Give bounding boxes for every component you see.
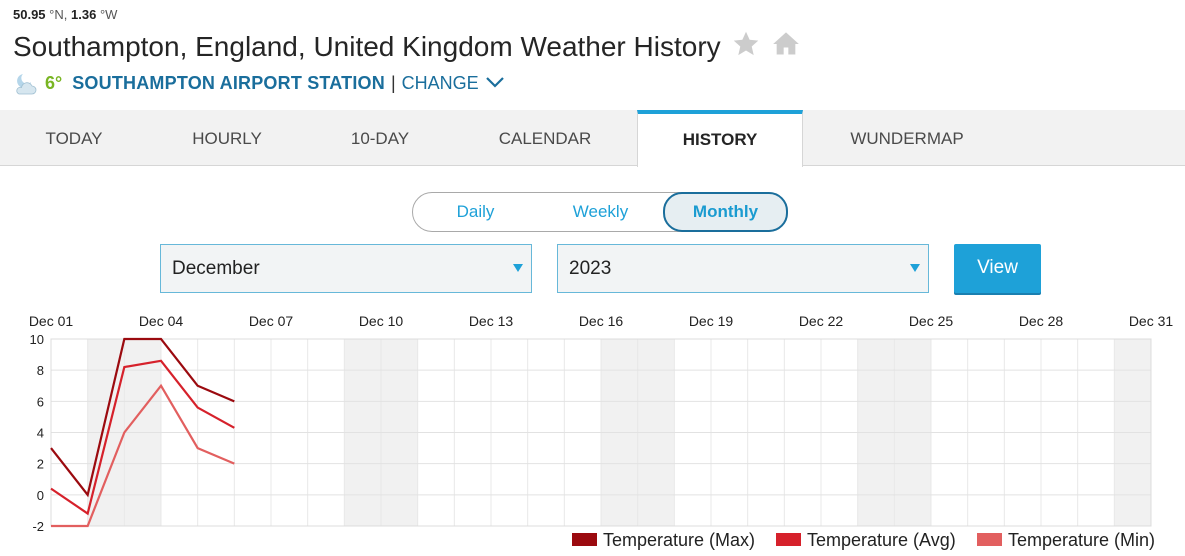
x-tick-label: Dec 16 [579, 313, 624, 329]
station-row: 6° SOUTHAMPTON AIRPORT STATION | CHANGE [13, 72, 505, 95]
weekly-option[interactable]: Weekly [538, 193, 663, 231]
tab-wundermap[interactable]: WUNDERMAP [803, 110, 1011, 166]
month-select[interactable]: December [160, 244, 532, 293]
separator: | [390, 72, 396, 93]
x-tick-label: Dec 31 [1129, 313, 1174, 329]
star-icon[interactable] [731, 30, 761, 63]
chevron-down-icon[interactable] [485, 73, 505, 94]
temperature-chart: 10 8 6 4 2 0 -2 Dec 01 Dec 04 Dec 07 Dec 10 Dec 13 D… [29, 313, 1174, 550]
x-tick-label: Dec 25 [909, 313, 954, 329]
x-tick-label: Dec 07 [249, 313, 294, 329]
tab-calendar[interactable]: CALENDAR [454, 110, 636, 166]
latitude: 50.95 [13, 7, 46, 22]
month-select-value: December [172, 258, 260, 279]
legend-swatch [776, 533, 801, 546]
year-select-value: 2023 [569, 258, 612, 279]
y-tick-label: 0 [37, 488, 44, 503]
title-row: Southampton, England, United Kingdom Wea… [13, 30, 801, 63]
y-tick-label: 10 [30, 332, 44, 347]
legend-swatch [572, 533, 597, 546]
legend-swatch [977, 533, 1002, 546]
x-tick-label: Dec 19 [689, 313, 734, 329]
station-name[interactable]: SOUTHAMPTON AIRPORT STATION [72, 73, 385, 94]
tab-hourly[interactable]: HOURLY [148, 110, 306, 166]
tab-history[interactable]: HISTORY [637, 110, 803, 167]
x-tick-label: Dec 28 [1019, 313, 1064, 329]
monthly-option[interactable]: Monthly [663, 192, 788, 232]
view-button[interactable]: View [954, 244, 1041, 293]
page-title: Southampton, England, United Kingdom Wea… [13, 30, 721, 62]
legend-label: Temperature (Max) [603, 530, 755, 550]
y-tick-label: 6 [37, 394, 44, 409]
coordinates: 50.95 °N, 1.36 °W [13, 7, 117, 22]
daily-option[interactable]: Daily [413, 193, 538, 231]
x-tick-label: Dec 10 [359, 313, 404, 329]
y-tick-label: 2 [37, 457, 44, 472]
period-toggle: Daily Weekly Monthly [412, 192, 788, 232]
tab-today[interactable]: TODAY [0, 110, 148, 166]
x-tick-label: Dec 04 [139, 313, 184, 329]
y-tick-label: -2 [32, 519, 44, 534]
x-tick-label: Dec 22 [799, 313, 844, 329]
year-select[interactable]: 2023 [557, 244, 929, 293]
tab-10-day[interactable]: 10-DAY [306, 110, 454, 166]
current-temp: 6° [45, 72, 63, 93]
caret-down-icon [513, 264, 523, 272]
change-station-link[interactable]: CHANGE [402, 73, 479, 94]
y-tick-label: 4 [37, 426, 44, 441]
x-tick-label: Dec 01 [29, 313, 74, 329]
partly-cloudy-night-icon [13, 72, 39, 95]
x-tick-label: Dec 13 [469, 313, 514, 329]
latitude-unit: °N, [49, 7, 68, 22]
longitude-unit: °W [99, 7, 118, 22]
nav-tabs: TODAY HOURLY 10-DAY CALENDAR HISTORY WUN… [0, 110, 1185, 167]
home-icon[interactable] [771, 30, 801, 63]
longitude: 1.36 [71, 7, 97, 22]
legend-label: Temperature (Avg) [807, 530, 956, 550]
legend-label: Temperature (Min) [1008, 530, 1155, 550]
y-tick-label: 8 [37, 363, 44, 378]
caret-down-icon [910, 264, 920, 272]
